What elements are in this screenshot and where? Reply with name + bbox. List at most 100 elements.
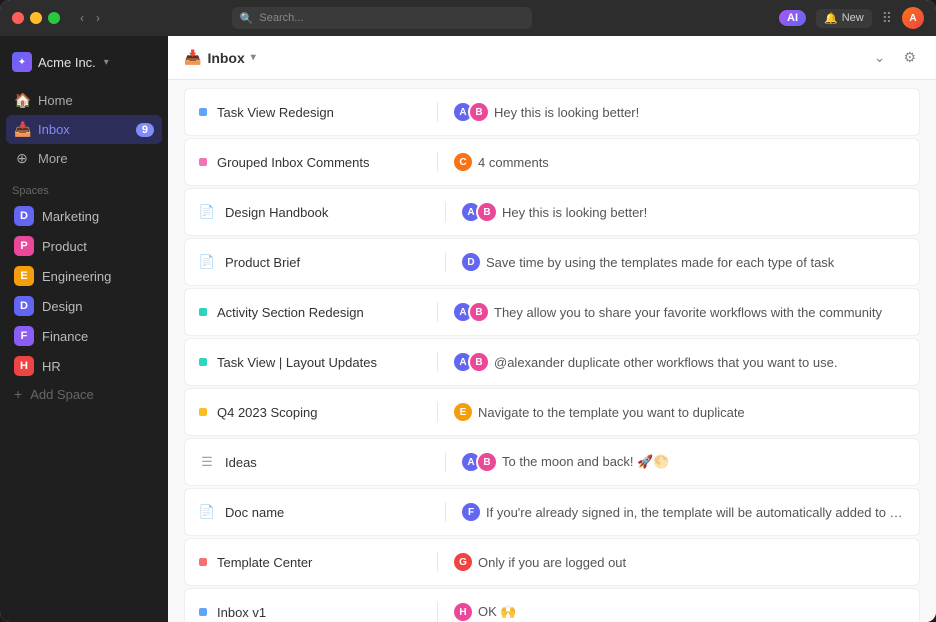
inbox-title-text: Inbox [207, 50, 244, 66]
space-dot-design: D [14, 296, 34, 316]
space-label-finance: Finance [42, 329, 88, 344]
table-row[interactable]: Q4 2023 Scoping E Navigate to the templa… [184, 388, 920, 436]
row-divider [445, 252, 446, 272]
grid-icon[interactable]: ⠿ [882, 10, 892, 27]
doc-icon: 📄 [199, 204, 215, 220]
titlebar-right: AI 🔔 New ⠿ A [779, 7, 924, 29]
row-divider [445, 202, 446, 222]
row-title: Ideas [225, 455, 445, 470]
row-title: Product Brief [225, 255, 445, 270]
sidebar-item-label: Inbox [38, 122, 70, 137]
row-title: Task View | Layout Updates [217, 355, 437, 370]
space-dot-engineering: E [14, 266, 34, 286]
spaces-list: D Marketing P Product E Engineering D De… [0, 201, 168, 407]
plus-icon: + [14, 386, 22, 402]
row-comment: Save time by using the templates made fo… [486, 255, 834, 270]
back-arrow[interactable]: ‹ [76, 9, 88, 27]
doc-icon: 📄 [199, 254, 215, 270]
nav-arrows: ‹ › [76, 9, 104, 27]
space-label-product: Product [42, 239, 87, 254]
table-row[interactable]: Inbox v1 H OK 🙌 [184, 588, 920, 622]
forward-arrow[interactable]: › [92, 9, 104, 27]
row-divider [437, 302, 438, 322]
row-avatars: C [452, 151, 468, 173]
table-row[interactable]: Grouped Inbox Comments C 4 comments [184, 138, 920, 186]
table-row[interactable]: 📄 Product Brief D Save time by using the… [184, 238, 920, 286]
space-dot-marketing: D [14, 206, 34, 226]
maximize-button[interactable] [48, 12, 60, 24]
user-avatar[interactable]: A [902, 7, 924, 29]
row-avatars: A B [460, 451, 492, 473]
home-icon: 🏠 [14, 92, 30, 109]
sidebar-item-design[interactable]: D Design [6, 291, 162, 321]
row-comment: To the moon and back! 🚀🌕 [502, 454, 670, 470]
row-avatars: G [452, 551, 468, 573]
search-bar[interactable]: 🔍 Search... [232, 7, 532, 29]
sidebar-item-inbox[interactable]: 📥 Inbox 9 [6, 115, 162, 144]
row-title: Template Center [217, 555, 437, 570]
row-indicator [199, 358, 207, 366]
sidebar-item-hr[interactable]: H HR [6, 351, 162, 381]
close-button[interactable] [12, 12, 24, 24]
row-title: Doc name [225, 505, 445, 520]
row-title: Inbox v1 [217, 605, 437, 620]
sidebar-item-label: Home [38, 93, 73, 108]
table-row[interactable]: Task View | Layout Updates A B @alexande… [184, 338, 920, 386]
avatar: H [452, 601, 474, 622]
collapse-button[interactable]: ⌄ [870, 45, 890, 70]
row-title: Design Handbook [225, 205, 445, 220]
table-row[interactable]: Activity Section Redesign A B They allow… [184, 288, 920, 336]
table-row[interactable]: ☰ Ideas A B To the moon and back! 🚀🌕 [184, 438, 920, 486]
avatar: G [452, 551, 474, 573]
main-header: 📥 Inbox ▾ ⌄ ⚙ [168, 36, 936, 80]
row-indicator [199, 608, 207, 616]
row-comment: Only if you are logged out [478, 555, 626, 570]
minimize-button[interactable] [30, 12, 42, 24]
table-row[interactable]: Template Center G Only if you are logged… [184, 538, 920, 586]
bell-icon: 🔔 [824, 12, 838, 25]
sidebar-item-marketing[interactable]: D Marketing [6, 201, 162, 231]
avatar: B [468, 351, 490, 373]
row-divider [445, 502, 446, 522]
avatar: B [468, 101, 490, 123]
list-icon: ☰ [199, 454, 215, 470]
space-label-engineering: Engineering [42, 269, 111, 284]
sidebar-item-finance[interactable]: F Finance [6, 321, 162, 351]
workspace-selector[interactable]: ✦ Acme Inc. ▾ [0, 46, 168, 78]
row-comment: Hey this is looking better! [494, 105, 639, 120]
row-indicator [199, 108, 207, 116]
row-avatars: A B [452, 101, 484, 123]
space-dot-product: P [14, 236, 34, 256]
row-avatars: H [452, 601, 468, 622]
row-avatars: A B [460, 201, 492, 223]
row-title: Task View Redesign [217, 105, 437, 120]
row-indicator [199, 408, 207, 416]
sidebar-nav: 🏠 Home 📥 Inbox 9 ⊕ More [0, 86, 168, 173]
row-avatars: A B [452, 301, 484, 323]
new-button[interactable]: 🔔 New [816, 9, 872, 28]
row-divider [445, 452, 446, 472]
avatar: B [468, 301, 490, 323]
row-divider [437, 352, 438, 372]
ai-badge[interactable]: AI [779, 10, 806, 26]
settings-button[interactable]: ⚙ [899, 45, 920, 70]
row-comment: OK 🙌 [478, 604, 517, 620]
row-comment: They allow you to share your favorite wo… [494, 305, 882, 320]
table-row[interactable]: 📄 Doc name F If you're already signed in… [184, 488, 920, 536]
table-row[interactable]: Task View Redesign A B Hey this is looki… [184, 88, 920, 136]
main-content: 📥 Inbox ▾ ⌄ ⚙ Task View Redesign A [168, 36, 936, 622]
inbox-title: 📥 Inbox ▾ [184, 49, 256, 66]
row-divider [437, 152, 438, 172]
sidebar-item-home[interactable]: 🏠 Home [6, 86, 162, 115]
sidebar-item-engineering[interactable]: E Engineering [6, 261, 162, 291]
sidebar-item-product[interactable]: P Product [6, 231, 162, 261]
workspace-chevron-icon: ▾ [104, 57, 109, 68]
inbox-title-chevron-icon[interactable]: ▾ [251, 52, 256, 63]
table-row[interactable]: 📄 Design Handbook A B Hey this is lookin… [184, 188, 920, 236]
doc-icon: 📄 [199, 504, 215, 520]
sidebar: ✦ Acme Inc. ▾ 🏠 Home 📥 Inbox 9 ⊕ More [0, 36, 168, 622]
space-dot-hr: H [14, 356, 34, 376]
avatar: C [452, 151, 474, 173]
add-space-button[interactable]: + Add Space [6, 381, 162, 407]
sidebar-item-more[interactable]: ⊕ More [6, 144, 162, 173]
